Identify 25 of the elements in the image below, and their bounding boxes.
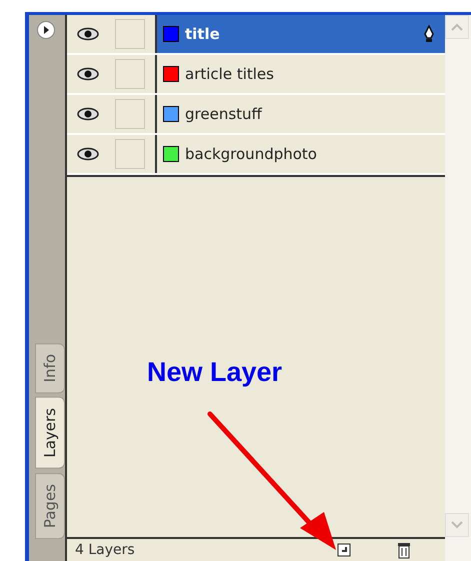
annotation-label: New Layer — [147, 357, 282, 388]
layer-name: title — [185, 25, 221, 43]
eye-icon[interactable] — [77, 147, 99, 161]
layer-name: article titles — [185, 65, 275, 83]
lock-toggle[interactable] — [115, 59, 145, 89]
panel-tab[interactable]: Layers — [35, 397, 65, 469]
layer-item[interactable]: title — [155, 15, 445, 53]
eye-icon[interactable] — [77, 27, 99, 41]
layer-name: greenstuff — [185, 105, 264, 123]
pen-icon — [423, 25, 435, 43]
eye-icon[interactable] — [77, 107, 99, 121]
chevron-down-icon — [451, 521, 463, 529]
panel-tab[interactable]: Pages — [35, 472, 65, 539]
panel-menu-button[interactable] — [37, 21, 55, 39]
lock-toggle[interactable] — [115, 19, 145, 49]
layer-count: 4 Layers — [75, 542, 136, 558]
eye-icon[interactable] — [77, 67, 99, 81]
lock-toggle[interactable] — [115, 99, 145, 129]
play-icon — [42, 26, 50, 34]
new-page-icon — [337, 543, 351, 557]
panel-tab[interactable]: Info — [35, 342, 65, 394]
layer-name: backgroundphoto — [185, 145, 318, 163]
lock-toggle[interactable] — [115, 139, 145, 169]
trash-icon — [397, 541, 411, 559]
chevron-up-icon — [451, 23, 463, 31]
